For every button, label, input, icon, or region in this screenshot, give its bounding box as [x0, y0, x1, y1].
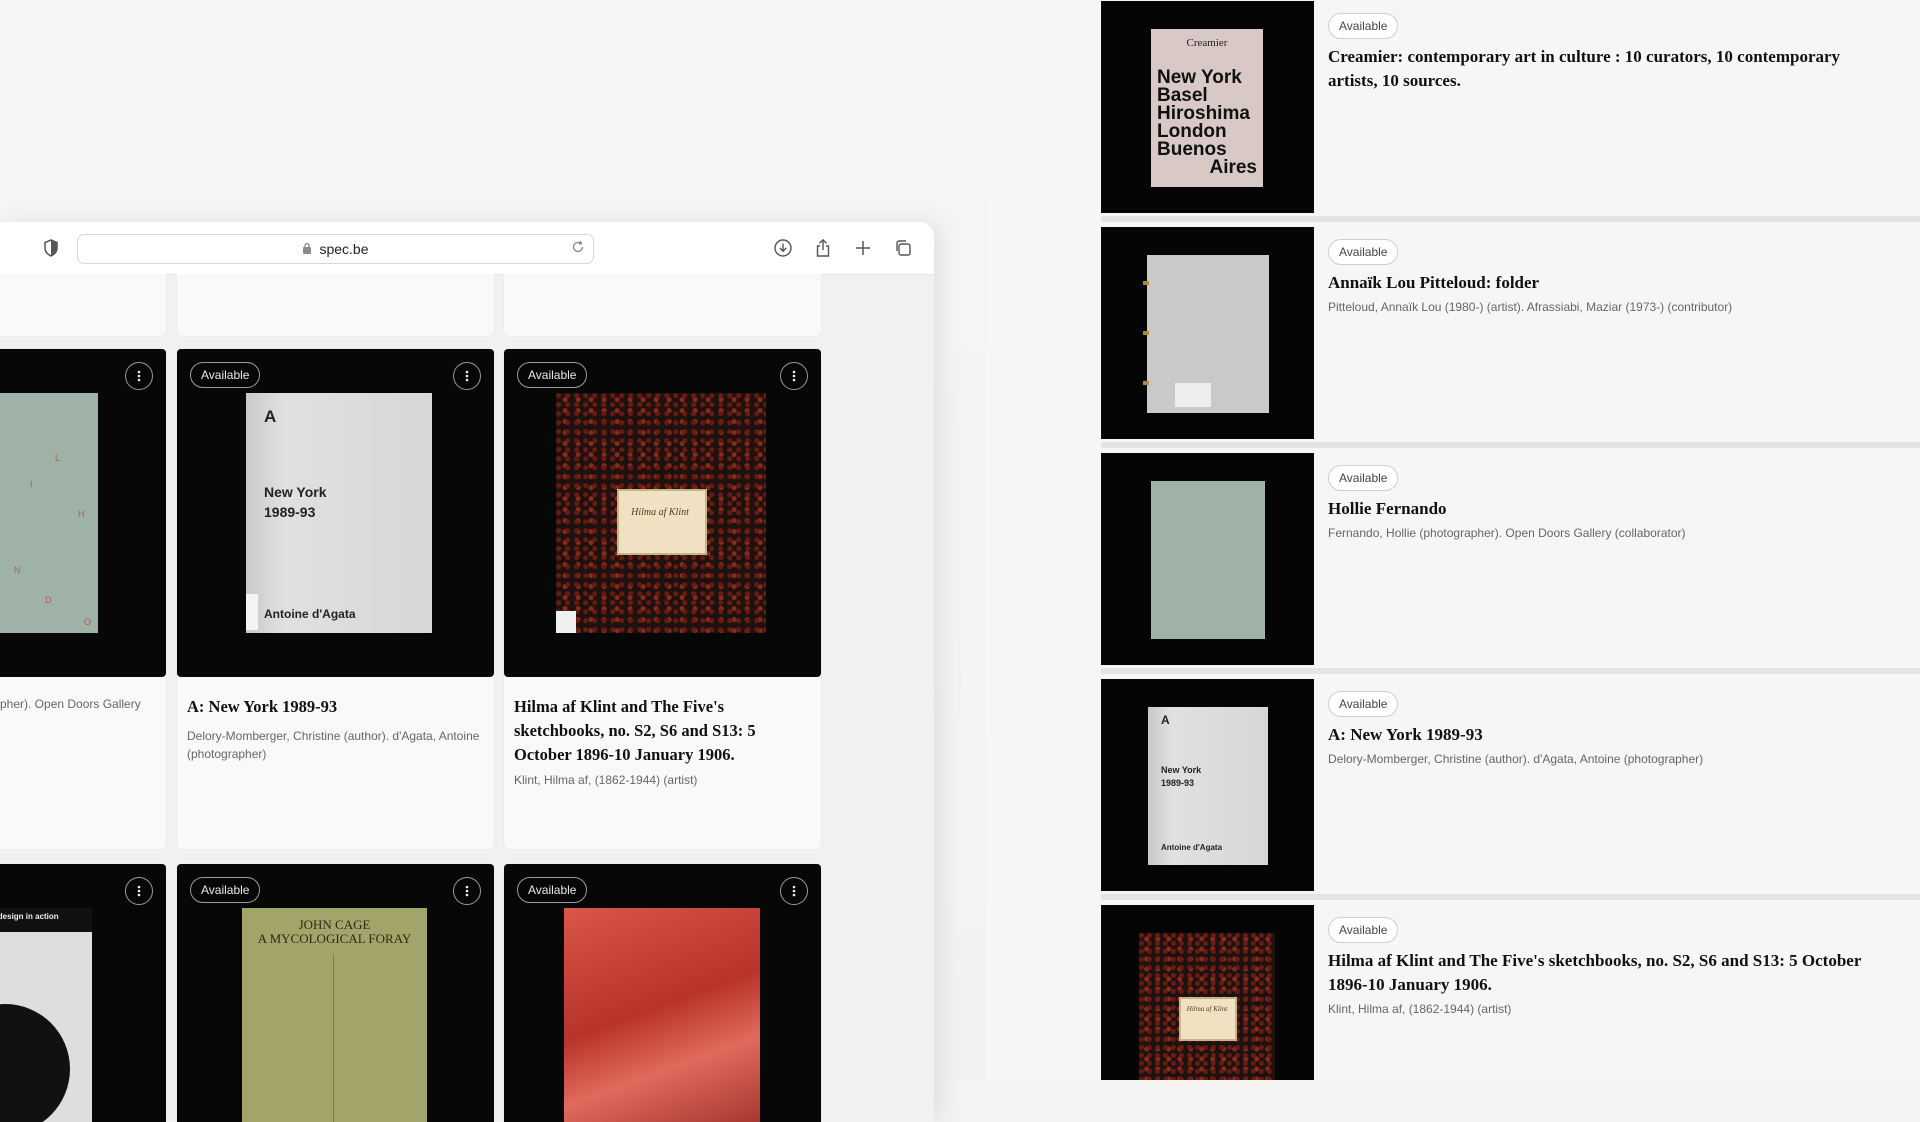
cover-text: Antoine d'Agata [264, 607, 356, 621]
book-thumbnail: Creamier New York Basel Hiroshima London… [1101, 1, 1314, 213]
grid-card-red-cover[interactable]: Available [504, 864, 821, 1122]
item-meta: Klint, Hilma af, (1862-1944) (artist) [1328, 1002, 1512, 1016]
cover-text: New York [1161, 765, 1202, 775]
book-thumbnail [1101, 453, 1314, 665]
cover-text: 1989-93 [1161, 778, 1195, 788]
grid-card-partial[interactable] [504, 274, 821, 336]
list-item[interactable]: Available Annaïk Lou Pitteloud: folder P… [1101, 227, 1920, 448]
book-cover-image: A New York 1989-93 Antoine d'Agata Avail… [177, 349, 494, 677]
results-grid: L I H N D O pher). Open Doors Gallery A … [0, 274, 934, 1122]
tabs-overview-icon[interactable] [891, 236, 915, 260]
card-title[interactable]: Hilma af Klint and The Five's sketchbook… [514, 695, 807, 767]
row-divider [1101, 668, 1920, 674]
book-cover-image: JOHN CAGE A MYCOLOGICAL FORAY Available [177, 864, 494, 1122]
availability-badge: Available [1328, 691, 1399, 717]
list-item[interactable]: Available Hollie Fernando Fernando, Holl… [1101, 453, 1920, 674]
book-cover-image: L I H N D O [0, 349, 166, 677]
new-tab-plus-icon[interactable] [851, 236, 875, 260]
cover-text: Hilma af Klint [1186, 1005, 1228, 1013]
cover-text: A [1161, 713, 1170, 727]
cover-text: Hilma af Klint [631, 507, 689, 518]
availability-badge: Available [517, 362, 588, 388]
item-meta: Delory-Momberger, Christine (author). d'… [1328, 752, 1704, 766]
item-meta: Fernando, Hollie (photographer). Open Do… [1328, 526, 1686, 540]
list-item[interactable]: Creamier New York Basel Hiroshima London… [1101, 1, 1920, 222]
book-cover-image: ual design in action [0, 864, 166, 1122]
share-icon[interactable] [811, 236, 835, 260]
cover-text: A [264, 407, 277, 426]
row-divider [1101, 442, 1920, 448]
grid-card-visual-design[interactable]: ual design in action [0, 864, 166, 1122]
book-cover-image: Hilma af Klint Available [504, 349, 821, 677]
grid-card-partial[interactable] [0, 274, 166, 336]
item-title[interactable]: Hilma af Klint and The Five's sketchbook… [1328, 949, 1888, 997]
item-title[interactable]: Creamier: contemporary art in culture : … [1328, 45, 1888, 93]
cover-text: Aires [1209, 157, 1257, 178]
more-options-button[interactable] [780, 877, 808, 905]
availability-badge: Available [1328, 13, 1399, 39]
book-thumbnail [1101, 227, 1314, 439]
grid-card-hollie-fernando[interactable]: L I H N D O pher). Open Doors Gallery [0, 349, 166, 849]
url-text: spec.be [319, 241, 369, 257]
item-meta: Pitteloud, Annaïk Lou (1980-) (artist). … [1328, 300, 1733, 314]
card-title[interactable]: A: New York 1989-93 [187, 695, 480, 719]
availability-badge: Available [190, 877, 261, 903]
lock-icon [302, 241, 312, 257]
book-thumbnail: Hilma af Klint [1101, 905, 1314, 1080]
book-thumbnail: A New York 1989-93 Antoine d'Agata [1101, 679, 1314, 891]
address-bar[interactable]: spec.be [77, 234, 594, 264]
download-icon[interactable] [771, 236, 795, 260]
availability-badge: Available [517, 877, 588, 903]
availability-badge: Available [190, 362, 261, 388]
row-divider [1101, 216, 1920, 222]
grid-card-a-new-york[interactable]: A New York 1989-93 Antoine d'Agata Avail… [177, 349, 494, 849]
browser-toolbar: spec.be [0, 222, 934, 275]
item-title[interactable]: A: New York 1989-93 [1328, 723, 1888, 747]
grid-card-hilma-af-klint[interactable]: Hilma af Klint Available Hilma af Klint … [504, 349, 821, 849]
card-meta: Klint, Hilma af, (1862-1944) (artist) [514, 773, 698, 787]
cover-text: New York [264, 484, 327, 500]
card-meta: pher). Open Doors Gallery [0, 697, 141, 711]
item-title[interactable]: Annaïk Lou Pitteloud: folder [1328, 271, 1888, 295]
grid-card-partial[interactable] [177, 274, 494, 336]
more-options-button[interactable] [453, 362, 481, 390]
list-item[interactable]: A New York 1989-93 Antoine d'Agata Avail… [1101, 679, 1920, 900]
privacy-shield-icon[interactable] [39, 236, 63, 260]
browser-window: spec.be L I H N D O pher). Open Doors Ga… [0, 222, 934, 1122]
availability-badge: Available [1328, 465, 1399, 491]
availability-badge: Available [1328, 917, 1399, 943]
list-item[interactable]: Hilma af Klint Available Hilma af Klint … [1101, 905, 1920, 1080]
grid-card-john-cage[interactable]: JOHN CAGE A MYCOLOGICAL FORAY Available [177, 864, 494, 1122]
card-meta: Delory-Momberger, Christine (author). d'… [187, 729, 480, 761]
cover-text: Creamier [1186, 37, 1228, 49]
cover-text: Antoine d'Agata [1161, 843, 1223, 852]
reload-icon[interactable] [571, 240, 585, 257]
more-options-button[interactable] [125, 877, 153, 905]
availability-badge: Available [1328, 239, 1399, 265]
cover-text: ual design in action [0, 912, 59, 921]
more-options-button[interactable] [780, 362, 808, 390]
cover-text: 1989-93 [264, 504, 316, 520]
results-list: Creamier New York Basel Hiroshima London… [986, 0, 1920, 1080]
item-title[interactable]: Hollie Fernando [1328, 497, 1888, 521]
row-divider [1101, 894, 1920, 900]
more-options-button[interactable] [125, 362, 153, 390]
cover-text: JOHN CAGE A MYCOLOGICAL FORAY [257, 917, 412, 946]
more-options-button[interactable] [453, 877, 481, 905]
book-cover-image: Available [504, 864, 821, 1122]
